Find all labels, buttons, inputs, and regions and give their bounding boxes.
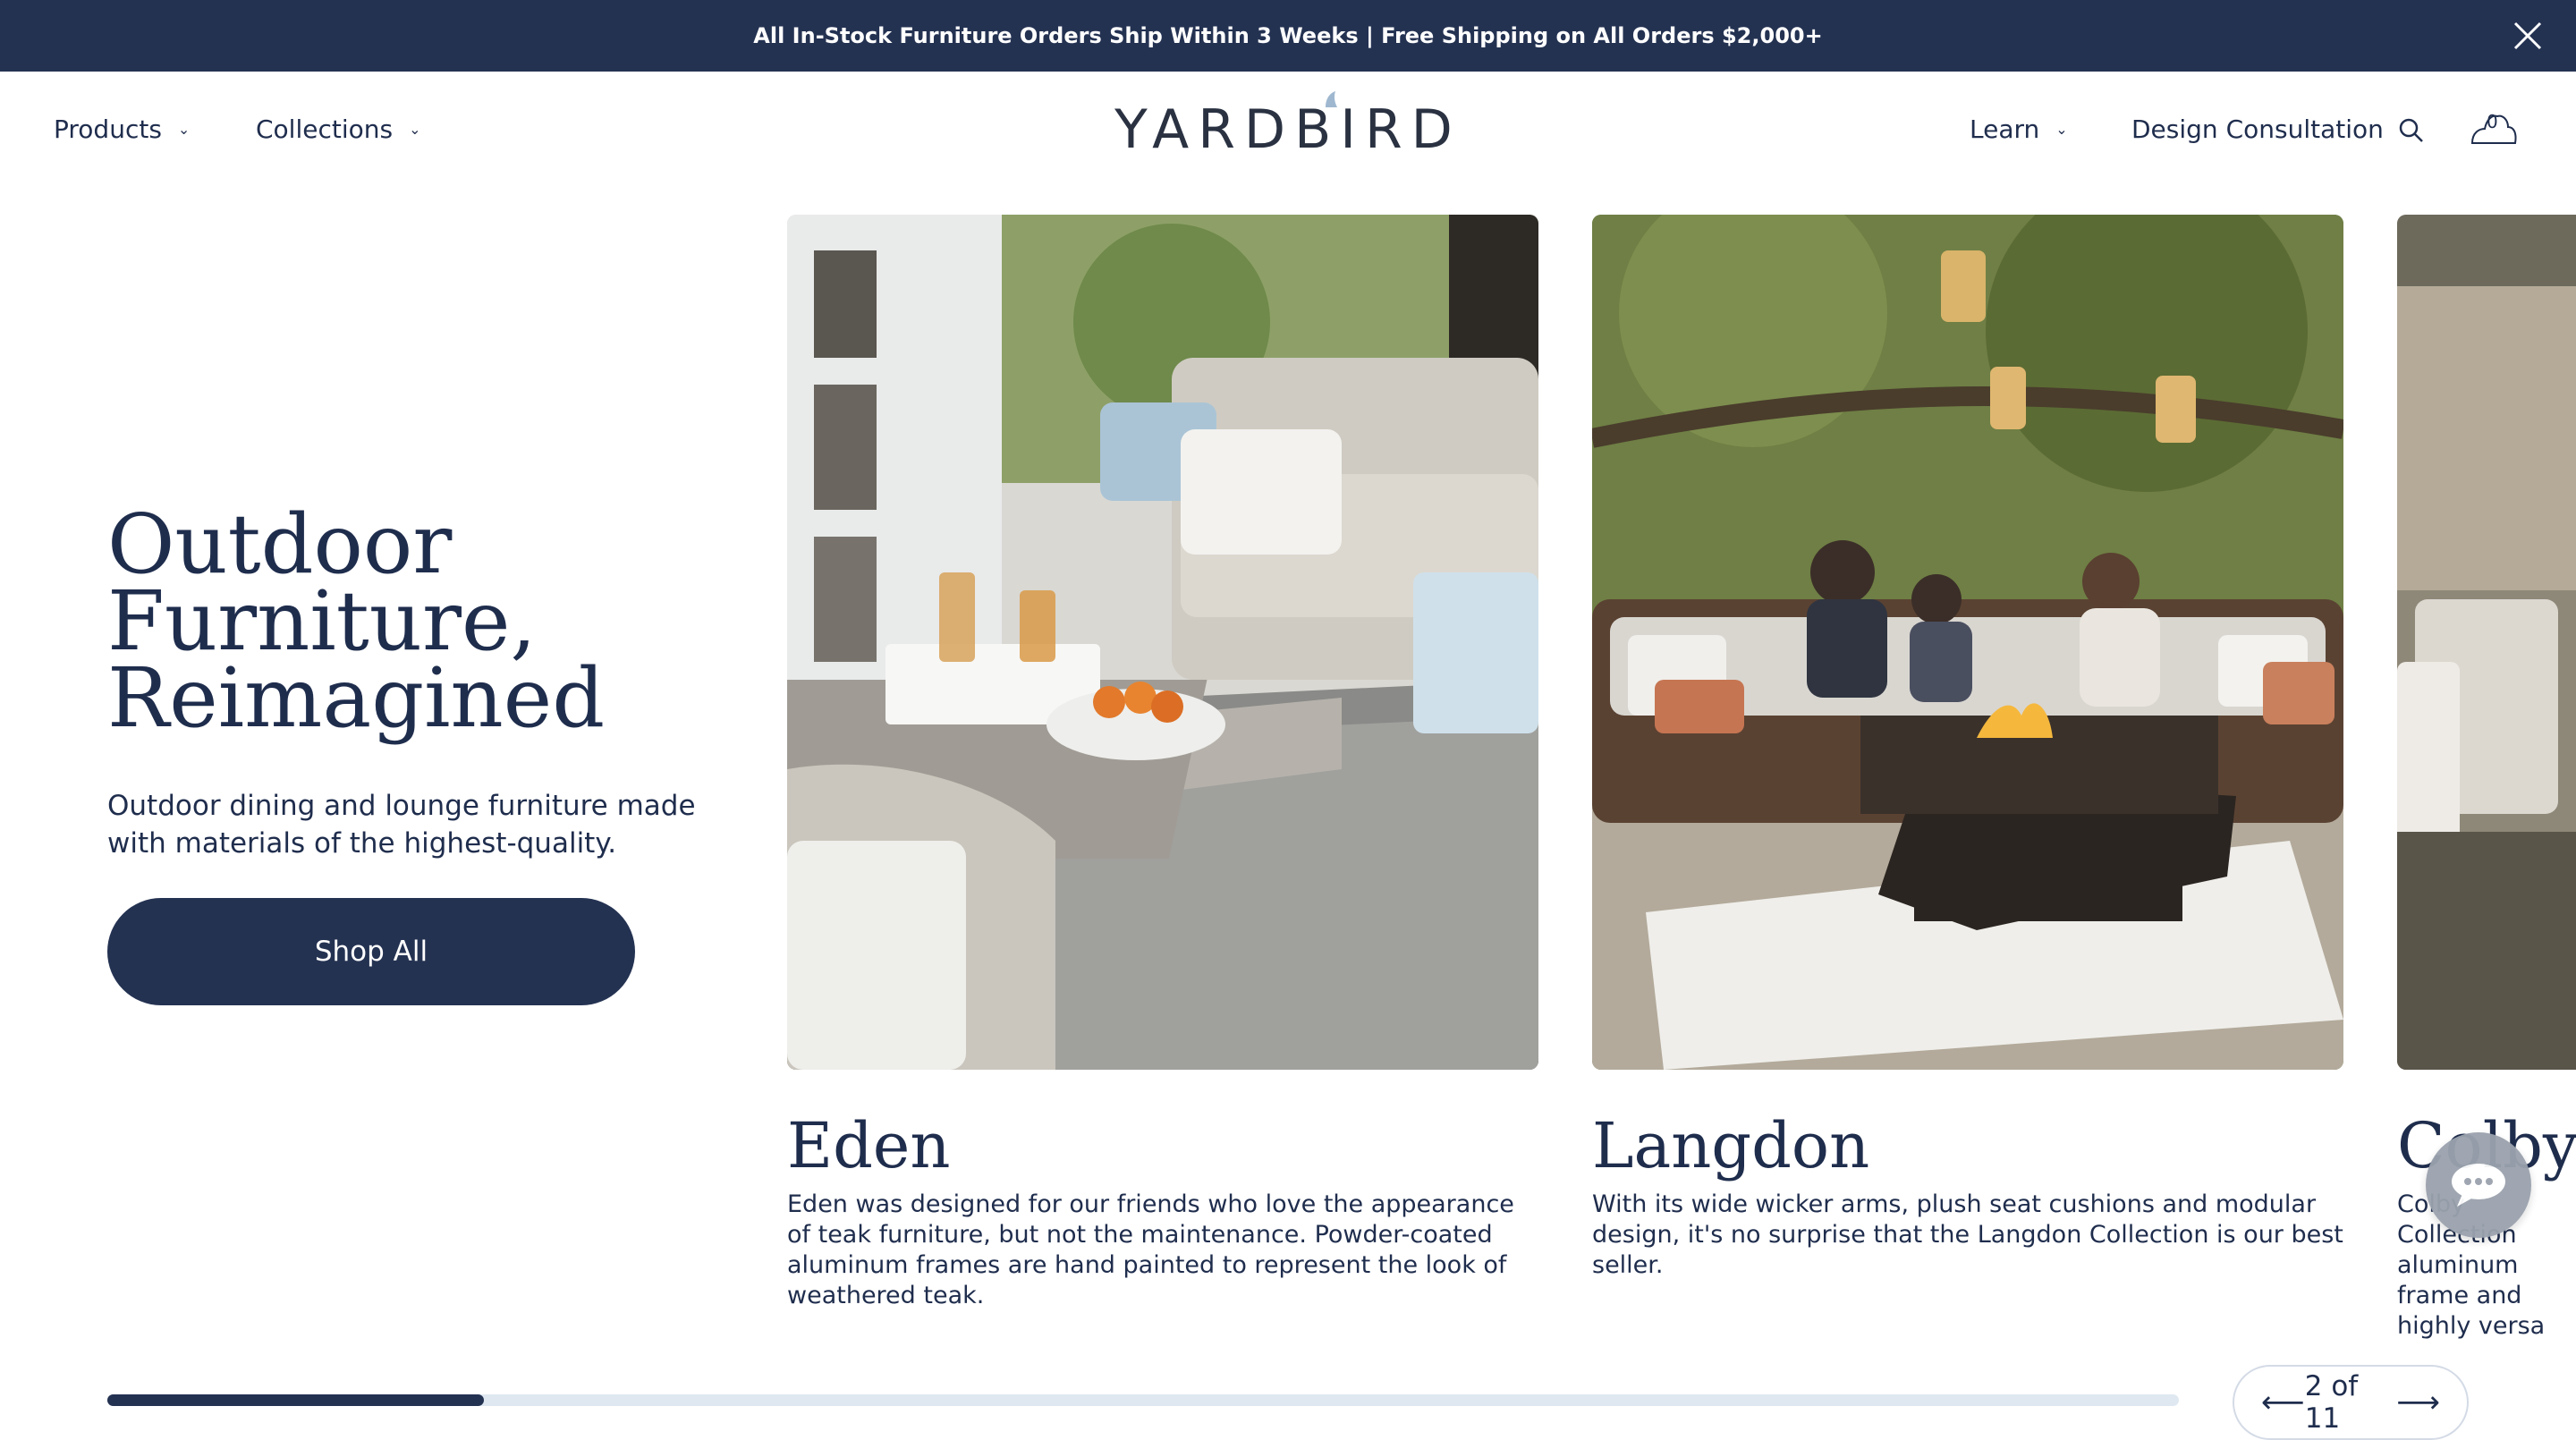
- chairs-photo: [2397, 215, 2576, 1070]
- collection-card-colby[interactable]: Colby Colby Collection aluminum frame an…: [2397, 215, 2576, 1340]
- shop-all-button[interactable]: Shop All: [107, 898, 635, 1005]
- arrow-right-icon[interactable]: ⟶: [2396, 1385, 2440, 1420]
- chevron-down-icon: ⌄: [2055, 121, 2068, 138]
- hero-title-line: Furniture,: [107, 573, 537, 669]
- collection-image-eden[interactable]: [787, 215, 1538, 1070]
- hero-title: Outdoor Furniture, Reimagined: [107, 496, 733, 746]
- main-nav: Products ⌄ Collections ⌄ YARDBIRD Learn …: [0, 72, 2576, 197]
- nav-collections-label: Collections: [256, 114, 394, 144]
- arrow-left-icon[interactable]: ⟵: [2261, 1385, 2305, 1420]
- nav-learn-label: Learn: [1970, 114, 2040, 144]
- hero-title-line: Reimagined: [107, 650, 606, 746]
- chat-bubble-icon: [2452, 1164, 2505, 1207]
- nav-learn[interactable]: Learn ⌄: [1970, 114, 2068, 144]
- collection-image-langdon[interactable]: [1592, 215, 2343, 1070]
- nav-design-consultation[interactable]: Design Consultation: [2131, 114, 2384, 144]
- carousel-progress[interactable]: [107, 1394, 2179, 1406]
- cart-button[interactable]: 0: [2467, 107, 2521, 150]
- collection-description: Eden was designed for our friends who lo…: [787, 1190, 1514, 1309]
- hero-title-line: Outdoor: [107, 496, 453, 592]
- collection-description: With its wide wicker arms, plush seat cu…: [1592, 1190, 2343, 1279]
- pager-text: 2 of 11: [2304, 1370, 2359, 1435]
- collection-image-colby[interactable]: [2397, 215, 2576, 1070]
- announcement-bar: All In-Stock Furniture Orders Ship Withi…: [0, 0, 2576, 72]
- fire-table-photo: [1592, 215, 2343, 1070]
- nav-products-label: Products: [54, 114, 162, 144]
- carousel-pager: ⟵ 2 of 11 ⟶: [2233, 1365, 2469, 1440]
- patio-photo: [787, 215, 1538, 1070]
- collection-card-langdon[interactable]: Langdon With its wide wicker arms, plush…: [1592, 215, 2343, 1279]
- nav-design-consultation-label: Design Consultation: [2131, 114, 2384, 144]
- chat-button[interactable]: [2426, 1132, 2531, 1238]
- close-icon[interactable]: [2512, 20, 2544, 52]
- site-logo[interactable]: YARDBIRD: [1114, 89, 1453, 161]
- chevron-down-icon: ⌄: [409, 121, 421, 138]
- collection-title[interactable]: Langdon: [1592, 1109, 2397, 1182]
- chevron-down-icon: ⌄: [177, 121, 191, 138]
- collection-title[interactable]: Eden: [787, 1109, 1592, 1182]
- nav-collections[interactable]: Collections ⌄: [256, 114, 421, 144]
- hero-subtitle: Outdoor dining and lounge furniture made…: [107, 790, 696, 860]
- logo-text: YARDBIRD: [1114, 98, 1462, 161]
- bird-logo-icon: [1326, 91, 1337, 107]
- cart-count: 0: [2487, 111, 2498, 132]
- search-icon[interactable]: [2397, 116, 2426, 145]
- carousel-progress-fill: [107, 1394, 485, 1406]
- announcement-text: All In-Stock Furniture Orders Ship Withi…: [753, 23, 1823, 48]
- nav-products[interactable]: Products ⌄: [54, 114, 190, 144]
- collection-card-eden[interactable]: Eden Eden was designed for our friends w…: [787, 215, 1538, 1309]
